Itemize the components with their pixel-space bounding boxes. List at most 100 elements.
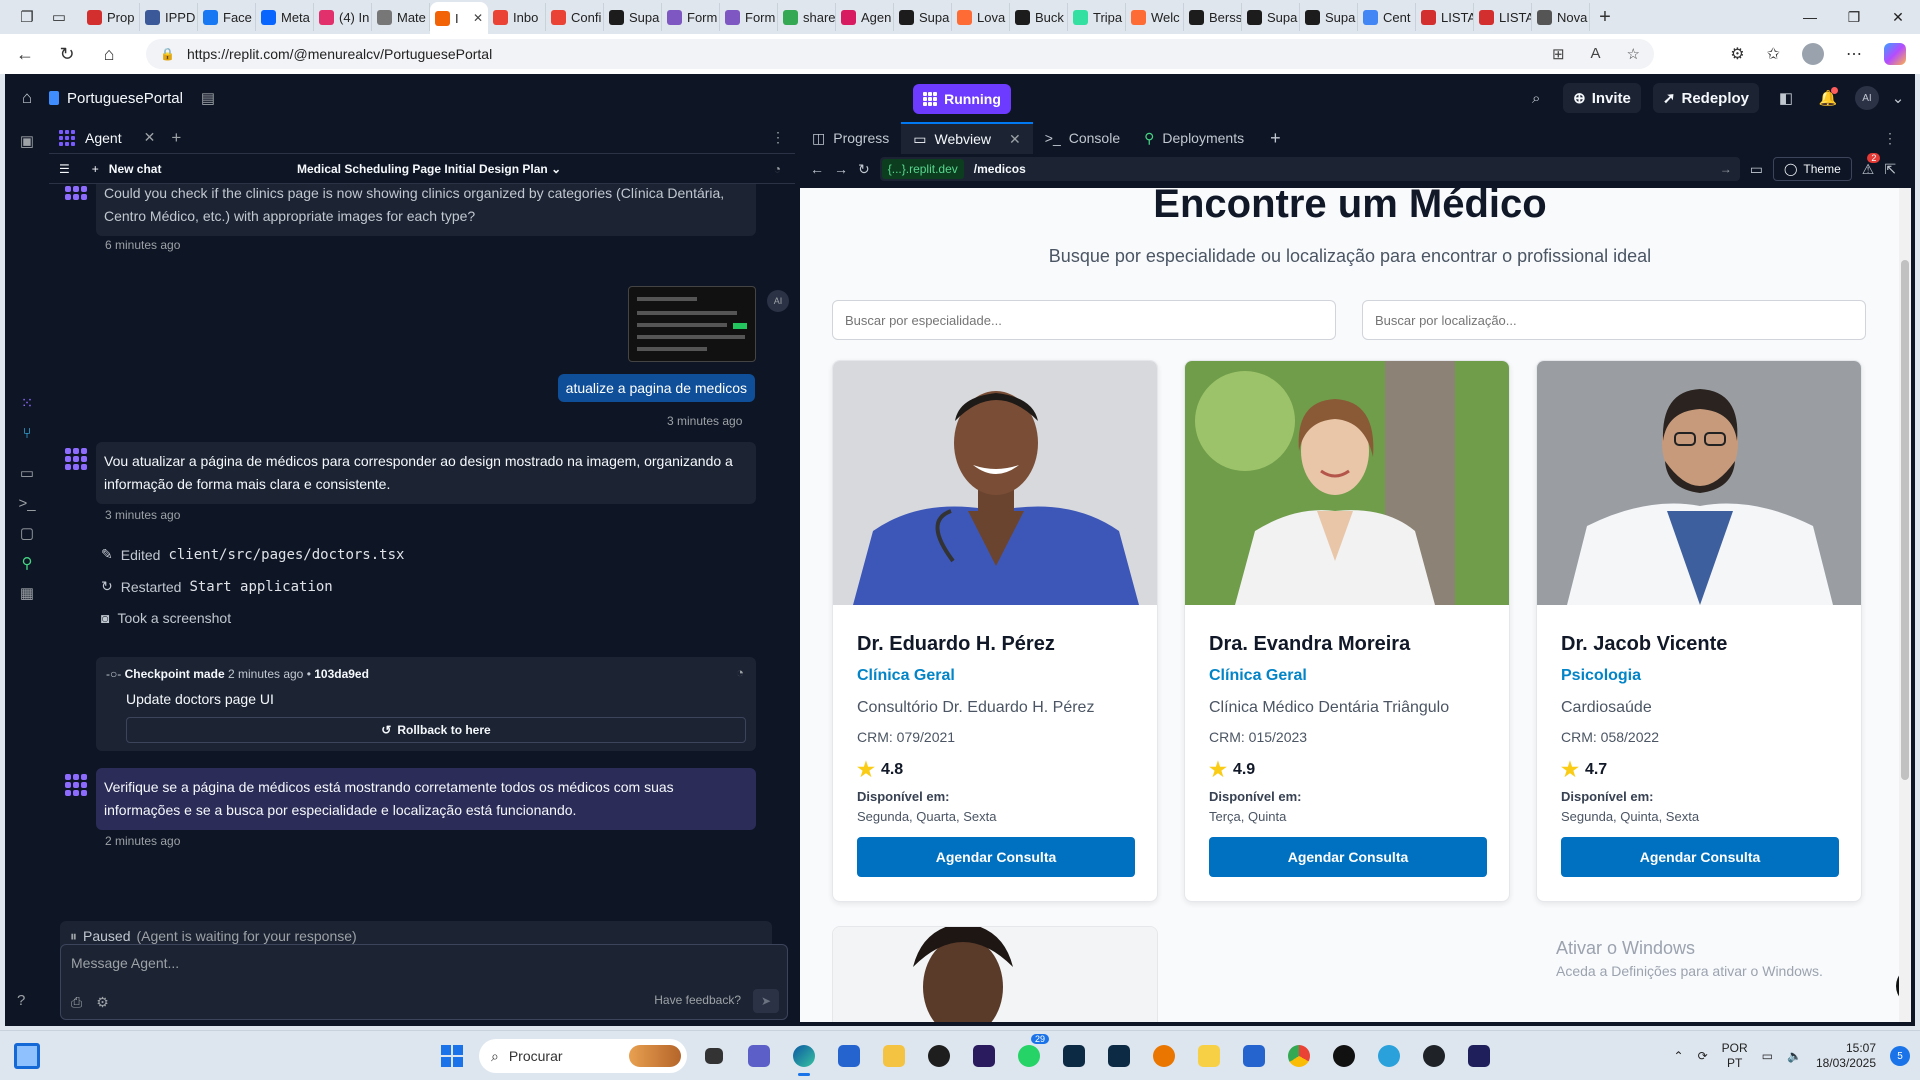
- home-icon[interactable]: ⌂: [5, 88, 49, 108]
- book-appointment-button[interactable]: Agendar Consulta: [1209, 837, 1487, 877]
- git-icon[interactable]: ⑂: [12, 418, 42, 448]
- browser-tab[interactable]: Lova: [952, 3, 1010, 31]
- rollback-button[interactable]: ↺ Rollback to here: [126, 717, 746, 743]
- close-icon[interactable]: ✕: [144, 129, 156, 146]
- photoshop-icon[interactable]: [1101, 1038, 1137, 1074]
- book-appointment-button[interactable]: Agendar Consulta: [857, 837, 1135, 877]
- chat-list-icon[interactable]: ☰: [59, 162, 70, 176]
- browser-tab[interactable]: Confi: [546, 3, 604, 31]
- browser-tab[interactable]: Form: [720, 3, 778, 31]
- display-icon[interactable]: ▭: [1762, 1049, 1773, 1063]
- files-icon[interactable]: ▣: [12, 126, 42, 156]
- search-icon[interactable]: ⌕: [1521, 83, 1551, 113]
- tab-progress[interactable]: ◫ Progress: [800, 122, 901, 154]
- browser-tab[interactable]: Supa: [1242, 3, 1300, 31]
- browser-tab[interactable]: Nova: [1532, 3, 1590, 31]
- deployments-icon[interactable]: ⚲: [12, 548, 42, 578]
- project-title[interactable]: PortuguesePortal ▤: [49, 89, 215, 107]
- favorite-star-icon[interactable]: ☆: [1627, 45, 1640, 63]
- feedback-link[interactable]: Have feedback?: [654, 993, 741, 1007]
- premiere-icon[interactable]: [966, 1038, 1002, 1074]
- chevron-up-icon[interactable]: ⌃: [1674, 1049, 1684, 1063]
- minimize-button[interactable]: —: [1788, 0, 1832, 34]
- redeploy-button[interactable]: ➚ Redeploy: [1652, 83, 1759, 113]
- chevron-down-icon[interactable]: ⌄: [1891, 83, 1905, 113]
- webview-icon[interactable]: ▢: [12, 518, 42, 548]
- location-search-input[interactable]: [1362, 300, 1866, 340]
- browser-tab[interactable]: (4) In: [314, 3, 372, 31]
- browser-tab[interactable]: I ✕: [430, 2, 488, 34]
- restore-button[interactable]: ❐: [1832, 0, 1876, 34]
- clock[interactable]: 15:07 18/03/2025: [1816, 1041, 1876, 1071]
- chrome-icon[interactable]: [1281, 1038, 1317, 1074]
- language-indicator[interactable]: POR PT: [1722, 1041, 1748, 1071]
- new-chat-button[interactable]: + New chat: [92, 162, 162, 176]
- agent-tab-label[interactable]: Agent: [85, 130, 122, 146]
- app-available-icon[interactable]: ⊞: [1552, 45, 1565, 63]
- browser-tab[interactable]: Mate: [372, 3, 430, 31]
- whatsapp-icon[interactable]: 29: [1011, 1034, 1049, 1074]
- open-new-window-icon[interactable]: ⇱: [1884, 161, 1896, 178]
- more-menu-icon[interactable]: ⋯: [1846, 44, 1862, 64]
- back-icon[interactable]: ←: [810, 161, 824, 177]
- close-tab-icon[interactable]: ✕: [473, 11, 483, 25]
- teams-icon[interactable]: [741, 1038, 777, 1074]
- action-restarted[interactable]: ↻ Restarted Start application: [101, 578, 333, 595]
- browser-tab[interactable]: Welc: [1126, 3, 1184, 31]
- user-avatar[interactable]: AI: [1855, 86, 1879, 110]
- new-tab-button[interactable]: +: [1590, 6, 1620, 29]
- blender-icon[interactable]: [1146, 1038, 1182, 1074]
- run-status-button[interactable]: Running: [913, 84, 1011, 114]
- read-aloud-icon[interactable]: A: [1591, 45, 1601, 63]
- webview-url-field[interactable]: {...}.replit.dev /medicos →: [879, 157, 1740, 181]
- store-icon[interactable]: [831, 1038, 867, 1074]
- specialty-search-input[interactable]: [832, 300, 1336, 340]
- browser-tab[interactable]: Meta: [256, 3, 314, 31]
- profile-avatar[interactable]: [1802, 43, 1824, 65]
- problems-icon[interactable]: ⚠ 2: [1862, 152, 1881, 178]
- sync-icon[interactable]: ⟳: [1698, 1049, 1708, 1063]
- more-options-icon[interactable]: ⋮: [1883, 130, 1897, 147]
- action-screenshot[interactable]: ◙ Took a screenshot: [101, 610, 231, 626]
- browser-tab[interactable]: Inbo: [488, 3, 546, 31]
- devtools-icon[interactable]: ▭: [1750, 161, 1763, 178]
- telegram-icon[interactable]: [1371, 1038, 1407, 1074]
- chat-title-dropdown[interactable]: Medical Scheduling Page Initial Design P…: [297, 162, 561, 176]
- edge-icon[interactable]: [786, 1038, 822, 1076]
- browser-tab[interactable]: Buck: [1010, 3, 1068, 31]
- invite-button[interactable]: ⊕ Invite: [1563, 83, 1641, 113]
- tab-console[interactable]: >_ Console: [1033, 122, 1132, 154]
- all-tools-icon[interactable]: ▦: [12, 578, 42, 608]
- browser-tab[interactable]: LISTA: [1474, 3, 1532, 31]
- browser-tab[interactable]: Face: [198, 3, 256, 31]
- forward-icon[interactable]: →: [834, 161, 848, 177]
- home-icon[interactable]: ⌂: [92, 37, 126, 71]
- widgets-icon[interactable]: [14, 1043, 40, 1069]
- davinci-icon[interactable]: [921, 1038, 957, 1074]
- favorites-icon[interactable]: ✩: [1767, 44, 1780, 64]
- shell-icon[interactable]: >_: [12, 488, 42, 518]
- volume-icon[interactable]: 🔈: [1787, 1049, 1802, 1063]
- github-icon[interactable]: [1416, 1038, 1452, 1074]
- start-icon[interactable]: [434, 1038, 470, 1074]
- task-view-icon[interactable]: [696, 1038, 732, 1074]
- attach-icon[interactable]: ⎙: [71, 994, 82, 1011]
- browser-tab[interactable]: Cent: [1358, 3, 1416, 31]
- lightroom-icon[interactable]: [1056, 1038, 1092, 1074]
- browser-tab[interactable]: Form: [662, 3, 720, 31]
- workspaces-icon[interactable]: ❐: [14, 4, 40, 30]
- tab-actions-icon[interactable]: ▭: [46, 4, 72, 30]
- notes-app-icon[interactable]: [1236, 1038, 1272, 1074]
- close-window-button[interactable]: ✕: [1876, 0, 1920, 34]
- attached-screenshot[interactable]: [628, 286, 756, 362]
- upwork-icon[interactable]: [1326, 1038, 1362, 1074]
- tab-webview[interactable]: ▭ Webview ✕: [901, 122, 1033, 154]
- browser-tab[interactable]: share: [778, 3, 836, 31]
- browser-tab[interactable]: Berss: [1184, 3, 1242, 31]
- media-encoder-icon[interactable]: [1461, 1038, 1497, 1074]
- bell-icon[interactable]: 🔔: [1813, 83, 1843, 113]
- browser-tab[interactable]: IPPD: [140, 3, 198, 31]
- message-input[interactable]: Message Agent...: [71, 955, 179, 971]
- browser-tab[interactable]: Tripa: [1068, 3, 1126, 31]
- go-icon[interactable]: →: [1720, 162, 1732, 176]
